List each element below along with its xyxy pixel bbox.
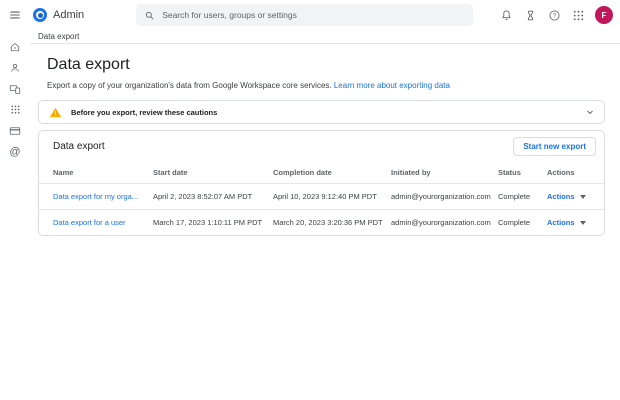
directory-person-icon <box>9 62 21 74</box>
topbar-actions: ? F <box>496 5 620 25</box>
warning-icon <box>49 106 62 119</box>
apps-launcher-icon[interactable] <box>568 5 588 25</box>
account-at-icon: @ <box>9 145 21 158</box>
sidebar-item-home[interactable] <box>4 36 26 57</box>
notifications-bell-icon[interactable] <box>496 5 516 25</box>
svg-text:?: ? <box>552 13 556 19</box>
start-new-export-button[interactable]: Start new export <box>513 137 596 156</box>
page-subtitle: Export a copy of your organization's dat… <box>47 81 605 90</box>
hamburger-menu-icon[interactable] <box>5 5 25 25</box>
page-header: Data export Export a copy of your organi… <box>38 56 605 90</box>
sidebar-item-billing[interactable] <box>4 120 26 141</box>
initiated-by-cell: admin@yourorganization.com <box>391 218 491 227</box>
caret-down-icon <box>579 220 586 225</box>
left-nav-rail: @ <box>0 30 30 400</box>
exports-table: Name Start date Completion date Initiate… <box>39 162 604 235</box>
col-header-start-date: Start date <box>153 162 273 184</box>
card-header: Data export Start new export <box>39 131 604 162</box>
table-row: Data export for my orga... April 2, 2023… <box>39 183 604 210</box>
sidebar-item-apps[interactable] <box>4 99 26 120</box>
breadcrumb-bar: Data export <box>30 30 620 44</box>
start-date-cell: April 2, 2023 8:52:07 AM PDT <box>153 183 273 210</box>
top-app-bar: Admin ? F <box>0 0 620 30</box>
devices-icon <box>9 83 21 95</box>
status-cell: Complete <box>498 218 531 227</box>
actions-dropdown[interactable]: Actions <box>547 192 586 201</box>
completion-date-cell: March 20, 2023 3:20:36 PM PDT <box>273 218 383 227</box>
export-name-link[interactable]: Data export for my orga... <box>53 192 138 201</box>
home-icon <box>9 41 21 53</box>
initiated-by-cell: admin@yourorganization.com <box>391 183 498 210</box>
actions-dropdown[interactable]: Actions <box>547 218 586 227</box>
completion-date-cell: April 10, 2023 9:12:40 PM PDT <box>273 183 391 210</box>
col-header-actions: Actions <box>547 162 604 184</box>
admin-logo[interactable]: Admin <box>33 8 84 22</box>
status-cell: Complete <box>498 183 547 210</box>
account-avatar[interactable]: F <box>595 6 613 24</box>
actions-label: Actions <box>547 192 575 201</box>
search-bar[interactable] <box>136 4 474 26</box>
col-header-name: Name <box>39 162 153 184</box>
page-title: Data export <box>47 56 130 73</box>
card-title: Data export <box>53 141 105 152</box>
brand-title: Admin <box>53 9 85 21</box>
chevron-down-icon[interactable] <box>584 106 596 118</box>
help-icon[interactable]: ? <box>544 5 564 25</box>
learn-more-link[interactable]: Learn more about exporting data <box>334 81 450 90</box>
billing-card-icon <box>9 125 21 137</box>
search-input[interactable] <box>162 10 466 20</box>
table-row: Data export for a user March 17, 2023 1:… <box>39 210 604 236</box>
admin-logo-icon <box>33 8 47 22</box>
caret-down-icon <box>579 194 586 199</box>
sidebar-item-directory[interactable] <box>4 57 26 78</box>
cautions-expander[interactable]: Before you export, review these cautions <box>38 100 605 124</box>
pending-tasks-hourglass-icon[interactable] <box>520 5 540 25</box>
breadcrumb[interactable]: Data export <box>38 32 79 41</box>
actions-label: Actions <box>547 218 575 227</box>
col-header-completion-date: Completion date <box>273 162 391 184</box>
export-name-link[interactable]: Data export for a user <box>53 218 126 227</box>
col-header-initiated-by: Initiated by <box>391 162 498 184</box>
subtitle-text: Export a copy of your organization's dat… <box>47 81 334 90</box>
data-export-card: Data export Start new export Name Start … <box>38 130 605 236</box>
table-header-row: Name Start date Completion date Initiate… <box>39 162 604 184</box>
sidebar-item-account[interactable]: @ <box>4 141 26 162</box>
app-shell: @ Data export Data export Export a copy … <box>0 30 620 400</box>
col-header-status: Status <box>498 162 547 184</box>
apps-grid-icon <box>10 104 21 115</box>
cautions-label: Before you export, review these cautions <box>71 107 218 117</box>
main-content: Data export Data export Export a copy of… <box>30 30 620 400</box>
search-icon <box>144 10 155 21</box>
start-date-cell: March 17, 2023 1:10:11 PM PDT <box>153 218 263 227</box>
sidebar-item-devices[interactable] <box>4 78 26 99</box>
